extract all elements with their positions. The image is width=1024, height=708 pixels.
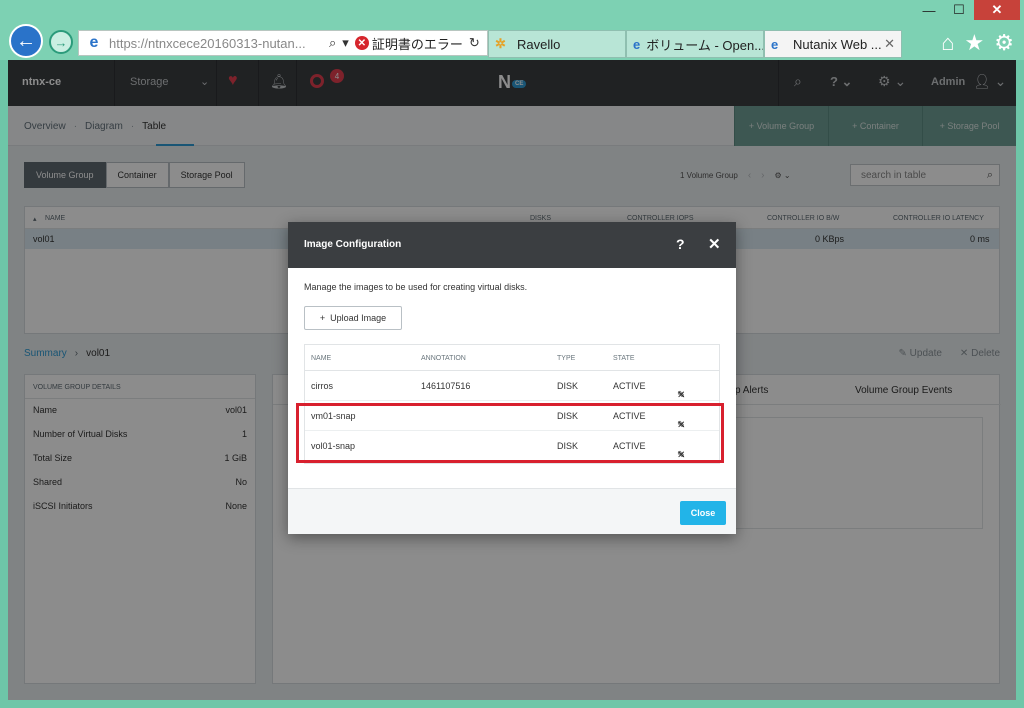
settings-gear-icon[interactable]: ⚙: [994, 30, 1014, 56]
maximize-icon[interactable]: ☐: [944, 0, 974, 20]
refresh-icon[interactable]: ↻: [469, 35, 480, 51]
favorites-star-icon[interactable]: ★: [965, 30, 985, 56]
cert-error[interactable]: ✕ 証明書のエラー: [354, 34, 463, 53]
table-row: vol01-snap DISK ACTIVE ✎ · ✕: [305, 431, 719, 461]
dialog-title: Image Configuration: [304, 239, 402, 250]
help-icon[interactable]: ?: [676, 236, 685, 252]
image-table: NAME ANNOTATION TYPE STATE cirros 146110…: [304, 344, 720, 464]
forward-arrow-icon[interactable]: →: [49, 30, 73, 54]
window-close-icon[interactable]: ✕: [974, 0, 1020, 20]
window-controls: — ☐ ✕: [914, 0, 1020, 22]
address-bar[interactable]: e https://ntnxcece20160313-nutan... ⌕ ▾ …: [78, 30, 488, 56]
delete-x-icon[interactable]: ✕: [677, 420, 685, 431]
tab-close-icon[interactable]: ✕: [884, 36, 895, 52]
back-arrow-icon[interactable]: ←: [9, 24, 43, 58]
browser-chrome: — ☐ ✕ ← → e https://ntnxcece20160313-nut…: [0, 0, 1024, 60]
plus-icon: +: [319, 313, 326, 323]
table-row: cirros 1461107516 DISK ACTIVE ✎ · ✕: [305, 371, 719, 401]
ie-icon: e: [89, 34, 99, 51]
browser-tabs: ✲ Ravello e ボリューム - Open... e Nutanix We…: [488, 30, 902, 58]
search-icon[interactable]: ⌕: [329, 35, 336, 51]
delete-x-icon[interactable]: ✕: [677, 450, 685, 461]
url-text[interactable]: https://ntnxcece20160313-nutan...: [109, 36, 323, 51]
tab-nutanix[interactable]: e Nutanix Web ... ✕: [764, 30, 902, 58]
delete-x-icon[interactable]: ✕: [677, 390, 685, 401]
close-icon[interactable]: ✕: [708, 235, 721, 253]
upload-image-button[interactable]: + Upload Image: [304, 306, 402, 330]
image-configuration-dialog: Image Configuration ? ✕ Manage the image…: [288, 222, 736, 534]
ie-icon: e: [771, 36, 779, 52]
ie-icon: e: [633, 36, 641, 52]
home-icon[interactable]: ⌂: [941, 30, 954, 56]
error-icon: ✕: [354, 36, 369, 50]
tab-volume[interactable]: e ボリューム - Open...: [626, 30, 764, 58]
dialog-description: Manage the images to be used for creatin…: [304, 282, 528, 292]
dropdown-arrow-icon[interactable]: ▾: [342, 35, 349, 51]
tab-ravello[interactable]: ✲ Ravello: [488, 30, 626, 58]
table-row: vm01-snap DISK ACTIVE ✎ · ✕: [305, 401, 719, 431]
close-button[interactable]: Close: [680, 501, 726, 525]
ravello-icon: ✲: [495, 36, 506, 51]
minimize-icon[interactable]: —: [914, 0, 944, 20]
